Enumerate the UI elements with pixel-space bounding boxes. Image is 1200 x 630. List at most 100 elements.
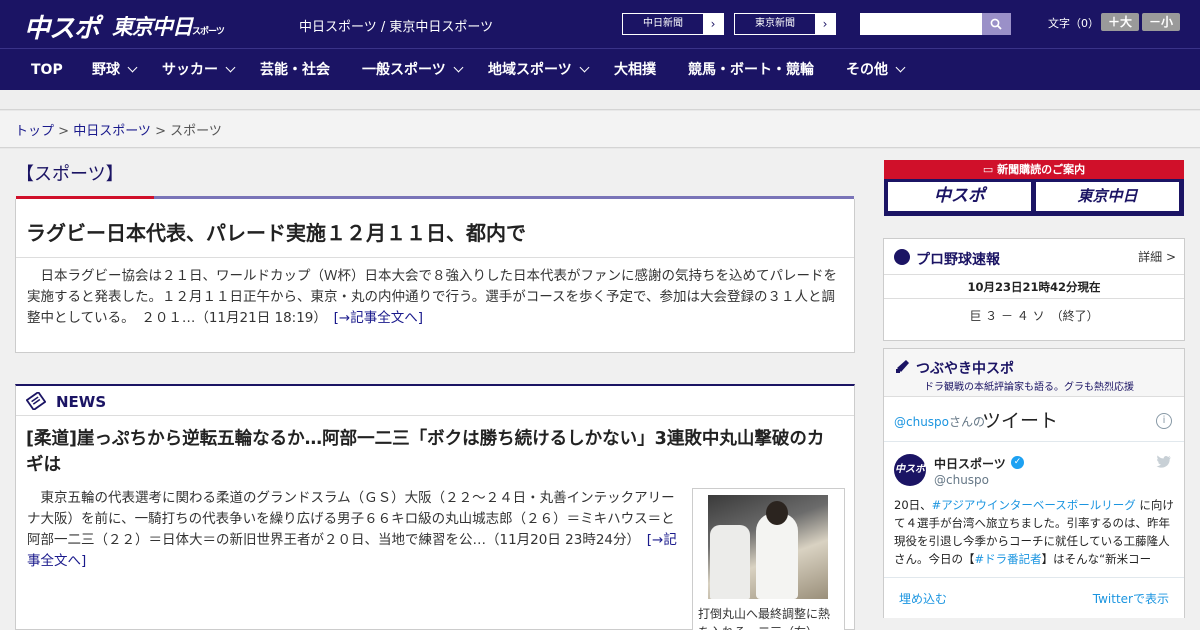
nav-soccer[interactable]: サッカー — [162, 49, 236, 91]
main-nav: TOP 野球 サッカー 芸能・社会 一般スポーツ 地域スポーツ 大相撲 競馬・ボ… — [0, 48, 1200, 90]
ad-strip — [0, 90, 1200, 110]
tweet-text: 20日、#アジアウインターベースボールリーグ に向けて４選手が台湾へ旅立ちました… — [894, 496, 1174, 570]
section-title: 【スポーツ】 — [16, 164, 124, 185]
twitter-panel-title: つぶやき中スポ — [916, 361, 1014, 377]
chevron-right-icon: › — [703, 14, 723, 34]
nav-top[interactable]: TOP — [31, 49, 63, 91]
lead-read-more-link[interactable]: [→記事全文へ] — [334, 310, 423, 326]
nav-sumo[interactable]: 大相撲 — [614, 49, 656, 91]
subscription-banner-title: ▭ 新聞購読のご案内 — [884, 160, 1184, 179]
news-photo-box: 打倒丸山へ最終調整に熱を入れる一二三（右） — [692, 488, 845, 630]
news-header: NEWS — [16, 386, 854, 416]
twitter-embed: @chuspoさんの ツイート i 中スポ 中日スポーツ ✓ @chuspo 2… — [884, 397, 1184, 618]
info-icon[interactable]: i — [1156, 413, 1172, 429]
nav-label: 大相撲 — [614, 62, 656, 78]
nav-racing[interactable]: 競馬・ボート・競輪 — [688, 49, 814, 91]
megaphone-icon — [896, 360, 909, 373]
news-body-container: 東京五輪の代表選考に関わる柔道のグランドスラム（ＧＳ）大阪（２２～２４日・丸善イ… — [27, 488, 687, 572]
chevron-down-icon — [453, 62, 464, 73]
lead-body: 日本ラグビー協会は２１日、ワールドカップ（Ｗ杯）日本大会で８強入りした日本代表が… — [27, 268, 837, 326]
subscription-banner-text: 新聞購読のご案内 — [997, 163, 1086, 176]
tweet-author-name[interactable]: 中日スポーツ — [934, 455, 1006, 472]
tweet-hashtag-link[interactable]: #ドラ番記者 — [975, 552, 1042, 566]
avatar[interactable]: 中スポ — [894, 454, 926, 486]
chunichi-shimbun-link[interactable]: 中日新聞 › — [622, 13, 724, 35]
site-title[interactable]: 中日スポーツ / 東京中日スポーツ — [299, 16, 493, 35]
news-body: 東京五輪の代表選考に関わる柔道のグランドスラム（ＧＳ）大阪（２２～２４日・丸善イ… — [27, 490, 675, 548]
twitter-embed-link[interactable]: 埋め込む — [899, 590, 947, 607]
search-input[interactable] — [860, 13, 982, 35]
tokyo-logo-text: 東京中日 — [112, 15, 193, 39]
twitter-panel-header: つぶやき中スポ ドラ観戦の本紙評論家も語る。グラも熱烈応援 — [884, 349, 1184, 397]
twitter-account-suffix: さんの — [949, 415, 986, 429]
nav-label: その他 — [846, 62, 888, 78]
top-bar: 中スポ 東京中日スポーツ 中日スポーツ / 東京中日スポーツ 中日新聞 › 東京… — [0, 0, 1200, 48]
twitter-embed-footer: 埋め込む Twitterで表示 — [884, 577, 1184, 617]
tokyo-chunichi-promo-logo: 東京中日 — [1036, 182, 1179, 211]
pro-baseball-detail-link[interactable]: 詳細 > — [1138, 248, 1176, 265]
tweet-text-part: 20日、 — [894, 498, 932, 512]
nav-other[interactable]: その他 — [846, 49, 906, 91]
nav-label: 野球 — [92, 62, 120, 78]
breadcrumb-top[interactable]: トップ — [15, 124, 54, 139]
baseball-icon — [894, 249, 910, 265]
subscription-banner[interactable]: ▭ 新聞購読のご案内 中スポ 東京中日 — [884, 160, 1184, 216]
news-label: NEWS — [56, 393, 107, 411]
chevron-down-icon — [895, 62, 906, 73]
chevron-down-icon — [225, 62, 236, 73]
chevron-down-icon — [127, 62, 138, 73]
newspaper-icon — [26, 392, 46, 410]
chevron-down-icon — [579, 62, 590, 73]
twitter-account-link-container: @chuspoさんの — [894, 413, 985, 430]
lead-body-container: 日本ラグビー協会は２１日、ワールドカップ（Ｗ杯）日本大会で８強入りした日本代表が… — [27, 266, 845, 329]
chunichi-shimbun-label: 中日新聞 — [643, 18, 683, 29]
nav-label: 競馬・ボート・競輪 — [688, 62, 814, 78]
pro-baseball-score[interactable]: 巨 ３ － ４ ソ （終了） — [884, 301, 1184, 331]
breadcrumb-chunichi[interactable]: 中日スポーツ — [73, 124, 151, 139]
nav-regional-sports[interactable]: 地域スポーツ — [488, 49, 590, 91]
photo-figure-right — [756, 513, 798, 599]
tokyo-shimbun-label: 東京新聞 — [755, 18, 795, 29]
subscription-logos: 中スポ 東京中日 — [884, 179, 1184, 216]
breadcrumb-current: スポーツ — [170, 124, 222, 139]
nav-label: 一般スポーツ — [362, 62, 446, 78]
tweet-hashtag-link[interactable]: #アジアウインターベースボールリーグ — [932, 498, 1136, 512]
chevron-right-icon: › — [815, 14, 835, 34]
pro-baseball-scores: プロ野球速報 詳細 > 10月23日21時42分現在 巨 ３ － ４ ソ （終了… — [883, 238, 1185, 341]
nav-baseball[interactable]: 野球 — [92, 49, 138, 91]
search-icon — [990, 18, 1002, 30]
breadcrumb: トップ > 中日スポーツ > スポーツ — [0, 111, 1200, 148]
search-button[interactable] — [982, 13, 1011, 35]
nav-general-sports[interactable]: 一般スポーツ — [362, 49, 464, 91]
tokyo-chunichi-logo[interactable]: 東京中日スポーツ — [112, 11, 225, 41]
nav-entertainment[interactable]: 芸能・社会 — [260, 49, 330, 91]
font-size-label: 文字（0） — [1048, 17, 1099, 30]
tokyo-shimbun-link[interactable]: 東京新聞 › — [734, 13, 836, 35]
twitter-bird-icon[interactable] — [1156, 455, 1172, 469]
nav-label: TOP — [31, 62, 63, 78]
nav-label: 芸能・社会 — [260, 62, 330, 78]
twitter-account-link[interactable]: @chuspo — [894, 415, 949, 429]
chuspo-logo[interactable]: 中スポ — [24, 8, 100, 45]
twitter-panel: つぶやき中スポ ドラ観戦の本紙評論家も語る。グラも熱烈応援 @chuspoさんの… — [883, 348, 1185, 618]
pro-baseball-title: プロ野球速報 — [916, 252, 1000, 268]
news-section: NEWS [柔道]崖っぷちから逆転五輪なるか…阿部一二三「ボクは勝ち続けるしかな… — [15, 384, 855, 630]
chuspo-promo-logo: 中スポ — [888, 182, 1031, 211]
news-photo[interactable] — [708, 495, 828, 599]
newspaper-icon: ▭ — [982, 163, 998, 176]
news-photo-caption: 打倒丸山へ最終調整に熱を入れる一二三（右） — [698, 607, 831, 630]
photo-figure-left — [710, 525, 750, 599]
font-size-decrease-button[interactable]: －小 — [1142, 13, 1180, 31]
nav-label: サッカー — [162, 62, 218, 78]
font-size-increase-button[interactable]: ＋大 — [1101, 13, 1139, 31]
tokyo-logo-small: スポーツ — [192, 27, 225, 37]
view-on-twitter-link[interactable]: Twitterで表示 — [1093, 590, 1169, 607]
photo-figure-head — [766, 501, 788, 525]
nav-label: 地域スポーツ — [488, 62, 572, 78]
breadcrumb-separator: > — [150, 124, 171, 139]
tweet-author-handle[interactable]: @chuspo — [934, 473, 989, 487]
pro-baseball-header: プロ野球速報 詳細 > — [884, 239, 1184, 275]
pro-baseball-timestamp: 10月23日21時42分現在 — [884, 275, 1184, 299]
lead-headline[interactable]: ラグビー日本代表、パレード実施１２月１１日、都内で — [26, 221, 526, 245]
news-headline[interactable]: [柔道]崖っぷちから逆転五輪なるか…阿部一二三「ボクは勝ち続けるしかない」3連敗… — [26, 426, 836, 478]
